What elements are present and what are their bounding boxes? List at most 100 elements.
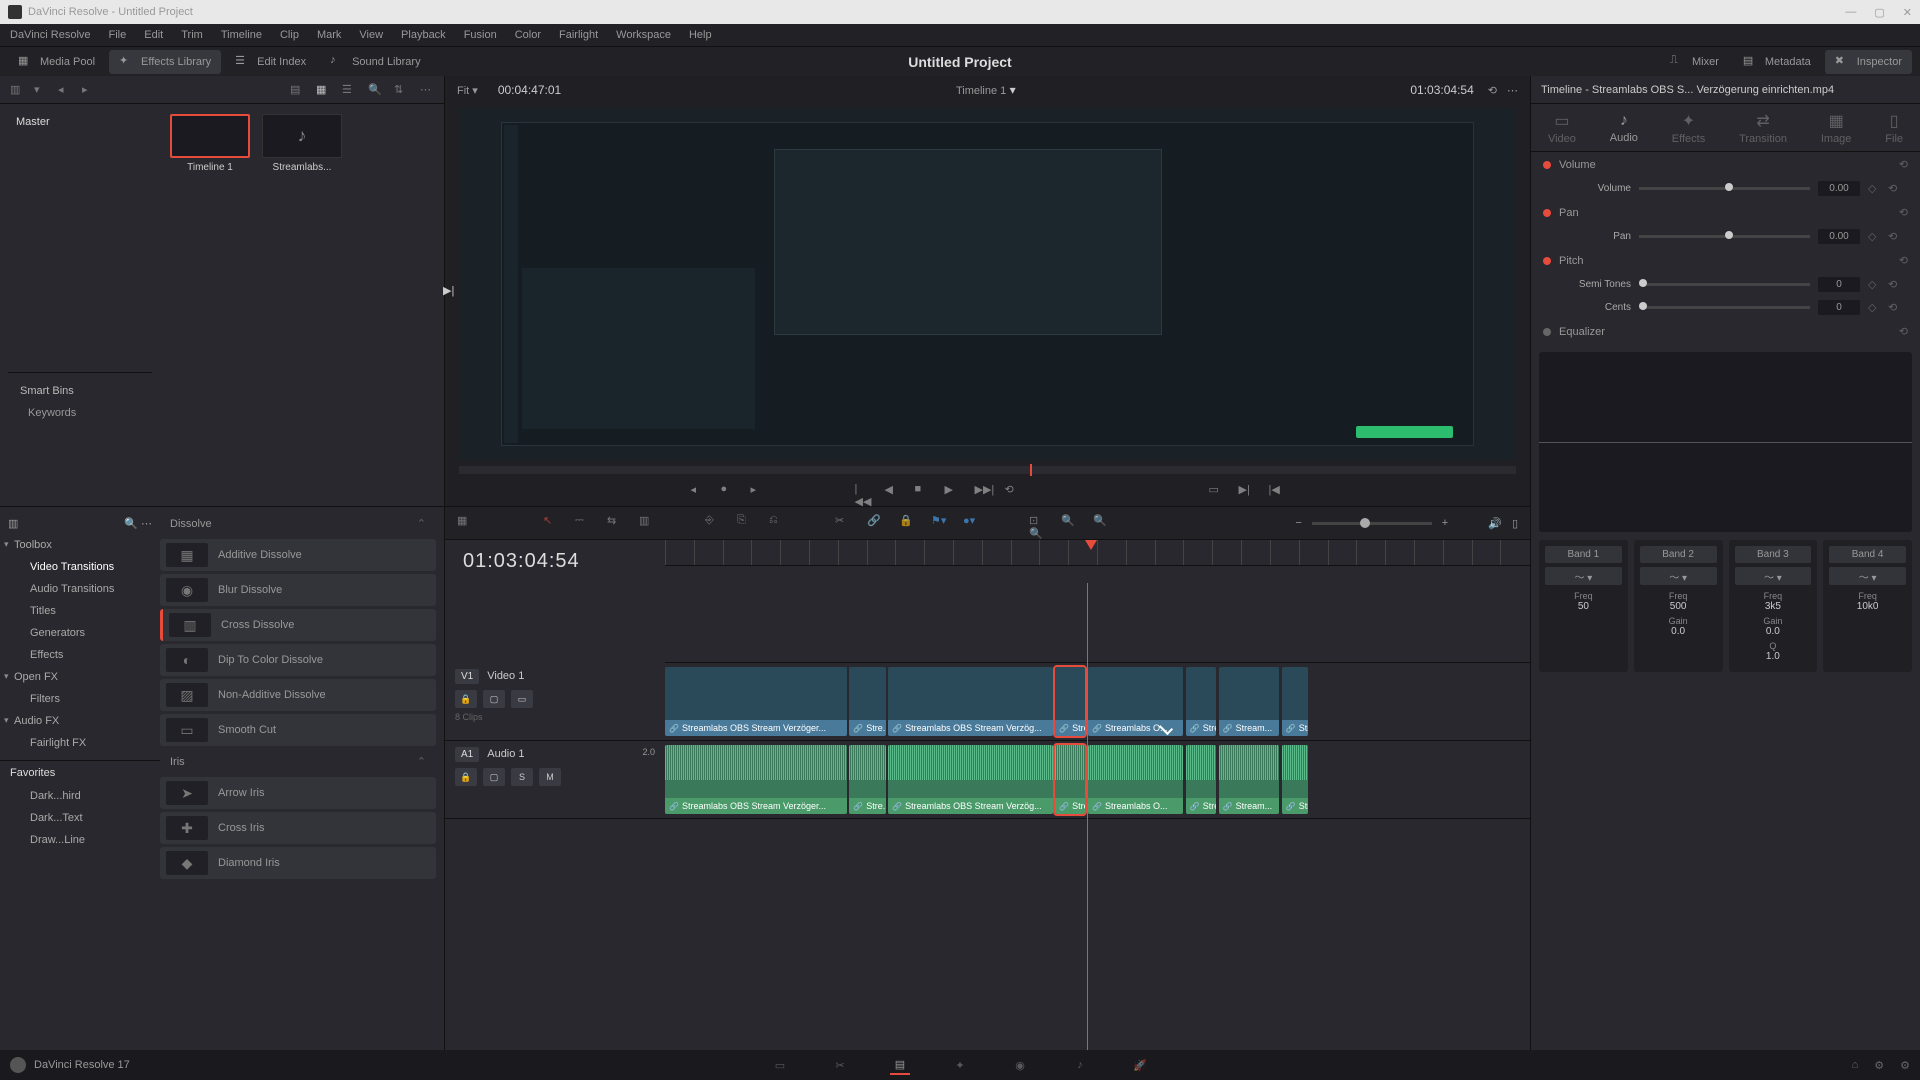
menu-edit[interactable]: Edit: [144, 29, 163, 41]
marker-icon[interactable]: ●▾: [963, 514, 981, 532]
sound-library-button[interactable]: ♪Sound Library: [320, 50, 431, 74]
band-shape-dropdown[interactable]: ～ ▾: [1545, 567, 1622, 585]
fx-dip-to-color[interactable]: ◐Dip To Color Dissolve: [160, 644, 436, 676]
cents-slider[interactable]: [1639, 306, 1810, 309]
menu-view[interactable]: View: [359, 29, 383, 41]
fx-diamond-iris[interactable]: ◆Diamond Iris: [160, 847, 436, 879]
auto-select-icon[interactable]: ▢: [483, 690, 505, 708]
solo-button[interactable]: S: [511, 768, 533, 786]
pitch-section[interactable]: Pitch⟲: [1531, 248, 1920, 273]
lock-icon[interactable]: 🔒: [455, 768, 477, 786]
media-page-icon[interactable]: ▭: [770, 1055, 790, 1075]
titles-item[interactable]: Titles: [0, 600, 160, 622]
eq-band[interactable]: Band 1～ ▾Freq50: [1539, 540, 1628, 672]
mark-in-icon[interactable]: ◂: [691, 483, 707, 499]
custom-zoom-icon[interactable]: 🔍: [1093, 514, 1111, 532]
inspector-button[interactable]: ✖Inspector: [1825, 50, 1912, 74]
generators-item[interactable]: Generators: [0, 622, 160, 644]
match-frame-icon[interactable]: ▭: [1209, 483, 1225, 499]
video-clip[interactable]: Stre...: [1282, 667, 1308, 736]
lock-icon[interactable]: 🔒: [899, 514, 917, 532]
menu-help[interactable]: Help: [689, 29, 712, 41]
mark-out-icon[interactable]: ▸: [751, 483, 767, 499]
video-clip[interactable]: Stre...: [1055, 667, 1085, 736]
detail-zoom-icon[interactable]: 🔍: [1061, 514, 1079, 532]
menu-workspace[interactable]: Workspace: [616, 29, 671, 41]
mark-dot-icon[interactable]: ●: [721, 483, 737, 499]
nav-fwd-icon[interactable]: ▸: [82, 83, 96, 97]
video-clip[interactable]: Stre...: [849, 667, 885, 736]
video-clip[interactable]: Stre...: [1186, 667, 1216, 736]
audio-icon[interactable]: 🔊: [1488, 517, 1502, 530]
volume-value[interactable]: 0.00: [1818, 181, 1860, 196]
video-clip[interactable]: Streamlabs OBS Stream Verzöger...: [665, 667, 847, 736]
dynamic-trim-icon[interactable]: ⇆: [607, 514, 625, 532]
favorite-item[interactable]: Dark...Text: [0, 807, 160, 829]
menu-fusion[interactable]: Fusion: [464, 29, 497, 41]
fit-dropdown[interactable]: Fit ▾: [457, 84, 478, 97]
band-shape-dropdown[interactable]: ～ ▾: [1735, 567, 1812, 585]
close-icon[interactable]: ✕: [1903, 6, 1912, 19]
selection-tool-icon[interactable]: ↖: [543, 514, 561, 532]
cut-page-icon[interactable]: ✂: [830, 1055, 850, 1075]
audio-clip[interactable]: Stre...: [849, 745, 885, 814]
favorite-item[interactable]: Draw...Line: [0, 829, 160, 851]
mute-button[interactable]: M: [539, 768, 561, 786]
more-icon[interactable]: ⋯: [420, 83, 434, 97]
volume-slider[interactable]: [1639, 187, 1810, 190]
effects-item[interactable]: Effects: [0, 644, 160, 666]
audio-clip[interactable]: Stre...: [1186, 745, 1216, 814]
pan-slider[interactable]: [1639, 235, 1810, 238]
pan-section[interactable]: Pan⟲: [1531, 200, 1920, 225]
master-bin[interactable]: Master: [8, 112, 152, 132]
fx-cross-dissolve[interactable]: ▥Cross Dissolve: [160, 609, 436, 641]
fx-arrow-iris[interactable]: ➤Arrow Iris: [160, 777, 436, 809]
menu-trim[interactable]: Trim: [181, 29, 203, 41]
blade-all-icon[interactable]: ✂: [835, 514, 853, 532]
cents-value[interactable]: 0: [1818, 300, 1860, 315]
chevron-down-icon[interactable]: ▾: [34, 83, 48, 97]
zoom-out-icon[interactable]: −: [1295, 517, 1301, 529]
menu-fairlight[interactable]: Fairlight: [559, 29, 598, 41]
tab-transition[interactable]: ⇄Transition: [1739, 111, 1787, 145]
edit-index-button[interactable]: ☰Edit Index: [225, 50, 316, 74]
maximize-icon[interactable]: ▢: [1874, 6, 1884, 19]
filters-item[interactable]: Filters: [0, 688, 160, 710]
audiofx-node[interactable]: Audio FX: [0, 710, 160, 732]
semitones-value[interactable]: 0: [1818, 277, 1860, 292]
tab-image[interactable]: ▦Image: [1821, 111, 1852, 145]
sort-icon[interactable]: ⇅: [394, 83, 408, 97]
blade-tool-icon[interactable]: ▥: [639, 514, 657, 532]
next-frame-icon[interactable]: ▶▶|: [975, 483, 991, 499]
insert-icon[interactable]: ⎆: [705, 514, 723, 532]
band-shape-dropdown[interactable]: ～ ▾: [1829, 567, 1906, 585]
metadata-button[interactable]: ▤Metadata: [1733, 50, 1821, 74]
smart-bins-header[interactable]: Smart Bins: [12, 381, 148, 401]
fusion-page-icon[interactable]: ✦: [950, 1055, 970, 1075]
tab-audio[interactable]: ♪Audio: [1610, 112, 1638, 144]
bin-view-icon[interactable]: ▥: [10, 83, 24, 97]
preferences-icon[interactable]: ⚙: [1900, 1059, 1910, 1072]
audio-clip[interactable]: Streamlabs OBS Stream Verzög...: [888, 745, 1052, 814]
zoom-in-icon[interactable]: +: [1442, 517, 1448, 529]
zoom-slider[interactable]: [1312, 522, 1432, 525]
video-track-header[interactable]: V1Video 1 🔒▢▭ 8 Clips: [445, 663, 665, 741]
timeline-body[interactable]: Streamlabs OBS Stream Verzöger...Stre...…: [665, 583, 1530, 1050]
search-icon[interactable]: 🔍: [368, 83, 382, 97]
timeline-ruler[interactable]: [665, 540, 1530, 566]
playhead-icon[interactable]: [1085, 540, 1097, 550]
fx-blur-dissolve[interactable]: ◉Blur Dissolve: [160, 574, 436, 606]
more-icon[interactable]: ⋯: [1507, 84, 1518, 97]
openfx-node[interactable]: Open FX: [0, 666, 160, 688]
menu-mark[interactable]: Mark: [317, 29, 341, 41]
play-icon[interactable]: ▶: [945, 483, 961, 499]
tab-video[interactable]: ▭Video: [1548, 111, 1576, 145]
effects-library-button[interactable]: ✦Effects Library: [109, 50, 221, 74]
viewer-scrubber[interactable]: [459, 466, 1516, 474]
first-frame-icon[interactable]: |◀◀: [855, 483, 871, 499]
keyframe-icon[interactable]: ◇: [1868, 182, 1880, 195]
reset-icon[interactable]: ⟲: [1888, 230, 1900, 243]
fairlight-page-icon[interactable]: ♪: [1070, 1055, 1090, 1075]
keyframe-icon[interactable]: ◇: [1868, 230, 1880, 243]
menu-clip[interactable]: Clip: [280, 29, 299, 41]
